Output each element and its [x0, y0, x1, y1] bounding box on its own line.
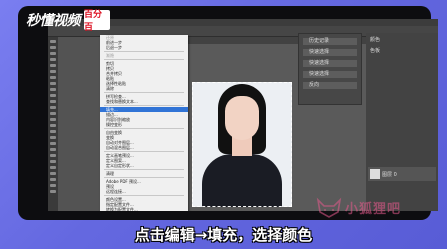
- menu-item[interactable]: 清理: [100, 171, 188, 176]
- tool-icon[interactable]: [50, 106, 56, 109]
- logo-text: 秒懂视频: [26, 13, 81, 29]
- tool-icon[interactable]: [50, 118, 56, 121]
- panel-tab-swatches[interactable]: 色板: [370, 48, 434, 55]
- tool-icon[interactable]: [50, 52, 56, 55]
- menu-separator: [104, 177, 184, 178]
- tool-icon[interactable]: [50, 148, 56, 151]
- tool-icon[interactable]: [50, 184, 56, 187]
- menu-item[interactable]: 渐隐: [100, 53, 188, 58]
- tool-icon[interactable]: [50, 178, 56, 181]
- selection-marquee: [192, 82, 292, 207]
- logo-badge: 百分百: [84, 10, 110, 33]
- watermark: 小狐狸吧: [316, 196, 401, 218]
- tool-icon[interactable]: [50, 160, 56, 163]
- logo-badge-text: 百分百: [84, 10, 103, 33]
- layer-name: 图层 0: [382, 171, 397, 178]
- tool-icon[interactable]: [50, 100, 56, 103]
- menu-item[interactable]: 查找和替换文本...: [100, 99, 188, 104]
- tool-icon[interactable]: [50, 124, 56, 127]
- panel-tab-color[interactable]: 颜色: [370, 37, 434, 44]
- history-row[interactable]: 快速选择: [303, 49, 357, 56]
- fox-icon: [316, 197, 342, 218]
- layer-thumbnail: [370, 169, 380, 179]
- watermark-text: 小狐狸吧: [345, 201, 402, 217]
- menu-item[interactable]: 后退一步: [100, 45, 188, 50]
- menu-separator: [104, 169, 184, 170]
- tool-icon[interactable]: [50, 142, 56, 145]
- menu-separator: [104, 51, 184, 52]
- tool-icon[interactable]: [50, 172, 56, 175]
- history-row[interactable]: 历史记录: [303, 38, 357, 45]
- history-row[interactable]: 快速选择: [303, 71, 357, 78]
- tool-icon[interactable]: [50, 154, 56, 157]
- history-row[interactable]: 反向: [303, 82, 357, 89]
- tool-icon[interactable]: [50, 58, 56, 61]
- menu-separator: [104, 195, 184, 196]
- layer-row[interactable]: 图层 0: [368, 167, 436, 181]
- tool-icon[interactable]: [50, 190, 56, 193]
- menu-separator: [104, 92, 184, 93]
- portrait-photo: [192, 82, 292, 207]
- tool-icon[interactable]: [50, 136, 56, 139]
- tool-icon[interactable]: [50, 64, 56, 67]
- menu-item[interactable]: 定义自定形状...: [100, 163, 188, 168]
- tool-icon[interactable]: [50, 94, 56, 97]
- menu-item[interactable]: 操控变形: [100, 122, 188, 127]
- tool-icon[interactable]: [50, 76, 56, 79]
- tool-icon[interactable]: [50, 88, 56, 91]
- tool-icon[interactable]: [50, 46, 56, 49]
- right-panel[interactable]: 颜色 色板: [366, 33, 438, 211]
- menu-separator: [104, 128, 184, 129]
- tool-icon[interactable]: [50, 70, 56, 73]
- history-panel[interactable]: 历史记录 快速选择 快速选择 快速选择 反向: [298, 33, 362, 105]
- tool-icon[interactable]: [50, 112, 56, 115]
- menu-separator: [104, 151, 184, 152]
- photoshop-screen: 历史记录 快速选择 快速选择 快速选择 反向 颜色 色板 图层 0 还原 前进一步…: [48, 19, 438, 211]
- menu-item[interactable]: 自动混合图层...: [100, 145, 188, 150]
- menu-separator: [104, 59, 184, 60]
- menu-separator: [104, 105, 184, 106]
- subtitle-caption: 点击编辑→填充，选择颜色: [134, 226, 313, 244]
- tool-icon[interactable]: [50, 82, 56, 85]
- monitor-frame: 历史记录 快速选择 快速选择 快速选择 反向 颜色 色板 图层 0 还原 前进一步…: [18, 6, 438, 220]
- logo: 秒懂视频 百分百: [26, 10, 110, 33]
- tool-icon[interactable]: [50, 40, 56, 43]
- tool-icon[interactable]: [50, 130, 56, 133]
- menu-item[interactable]: 清除: [100, 86, 188, 91]
- edit-menu[interactable]: 还原 前进一步 后退一步 渐隐 剪切 拷贝 合并拷贝 粘贴 选择性粘贴 清除 拼写检查... 查找和替…: [100, 35, 188, 211]
- tool-icon[interactable]: [50, 166, 56, 169]
- menu-item[interactable]: 远程连接...: [100, 189, 188, 194]
- history-row[interactable]: 快速选择: [303, 60, 357, 67]
- ps-toolbar[interactable]: [48, 37, 58, 211]
- menu-item[interactable]: 转换为配置文件...: [100, 207, 188, 211]
